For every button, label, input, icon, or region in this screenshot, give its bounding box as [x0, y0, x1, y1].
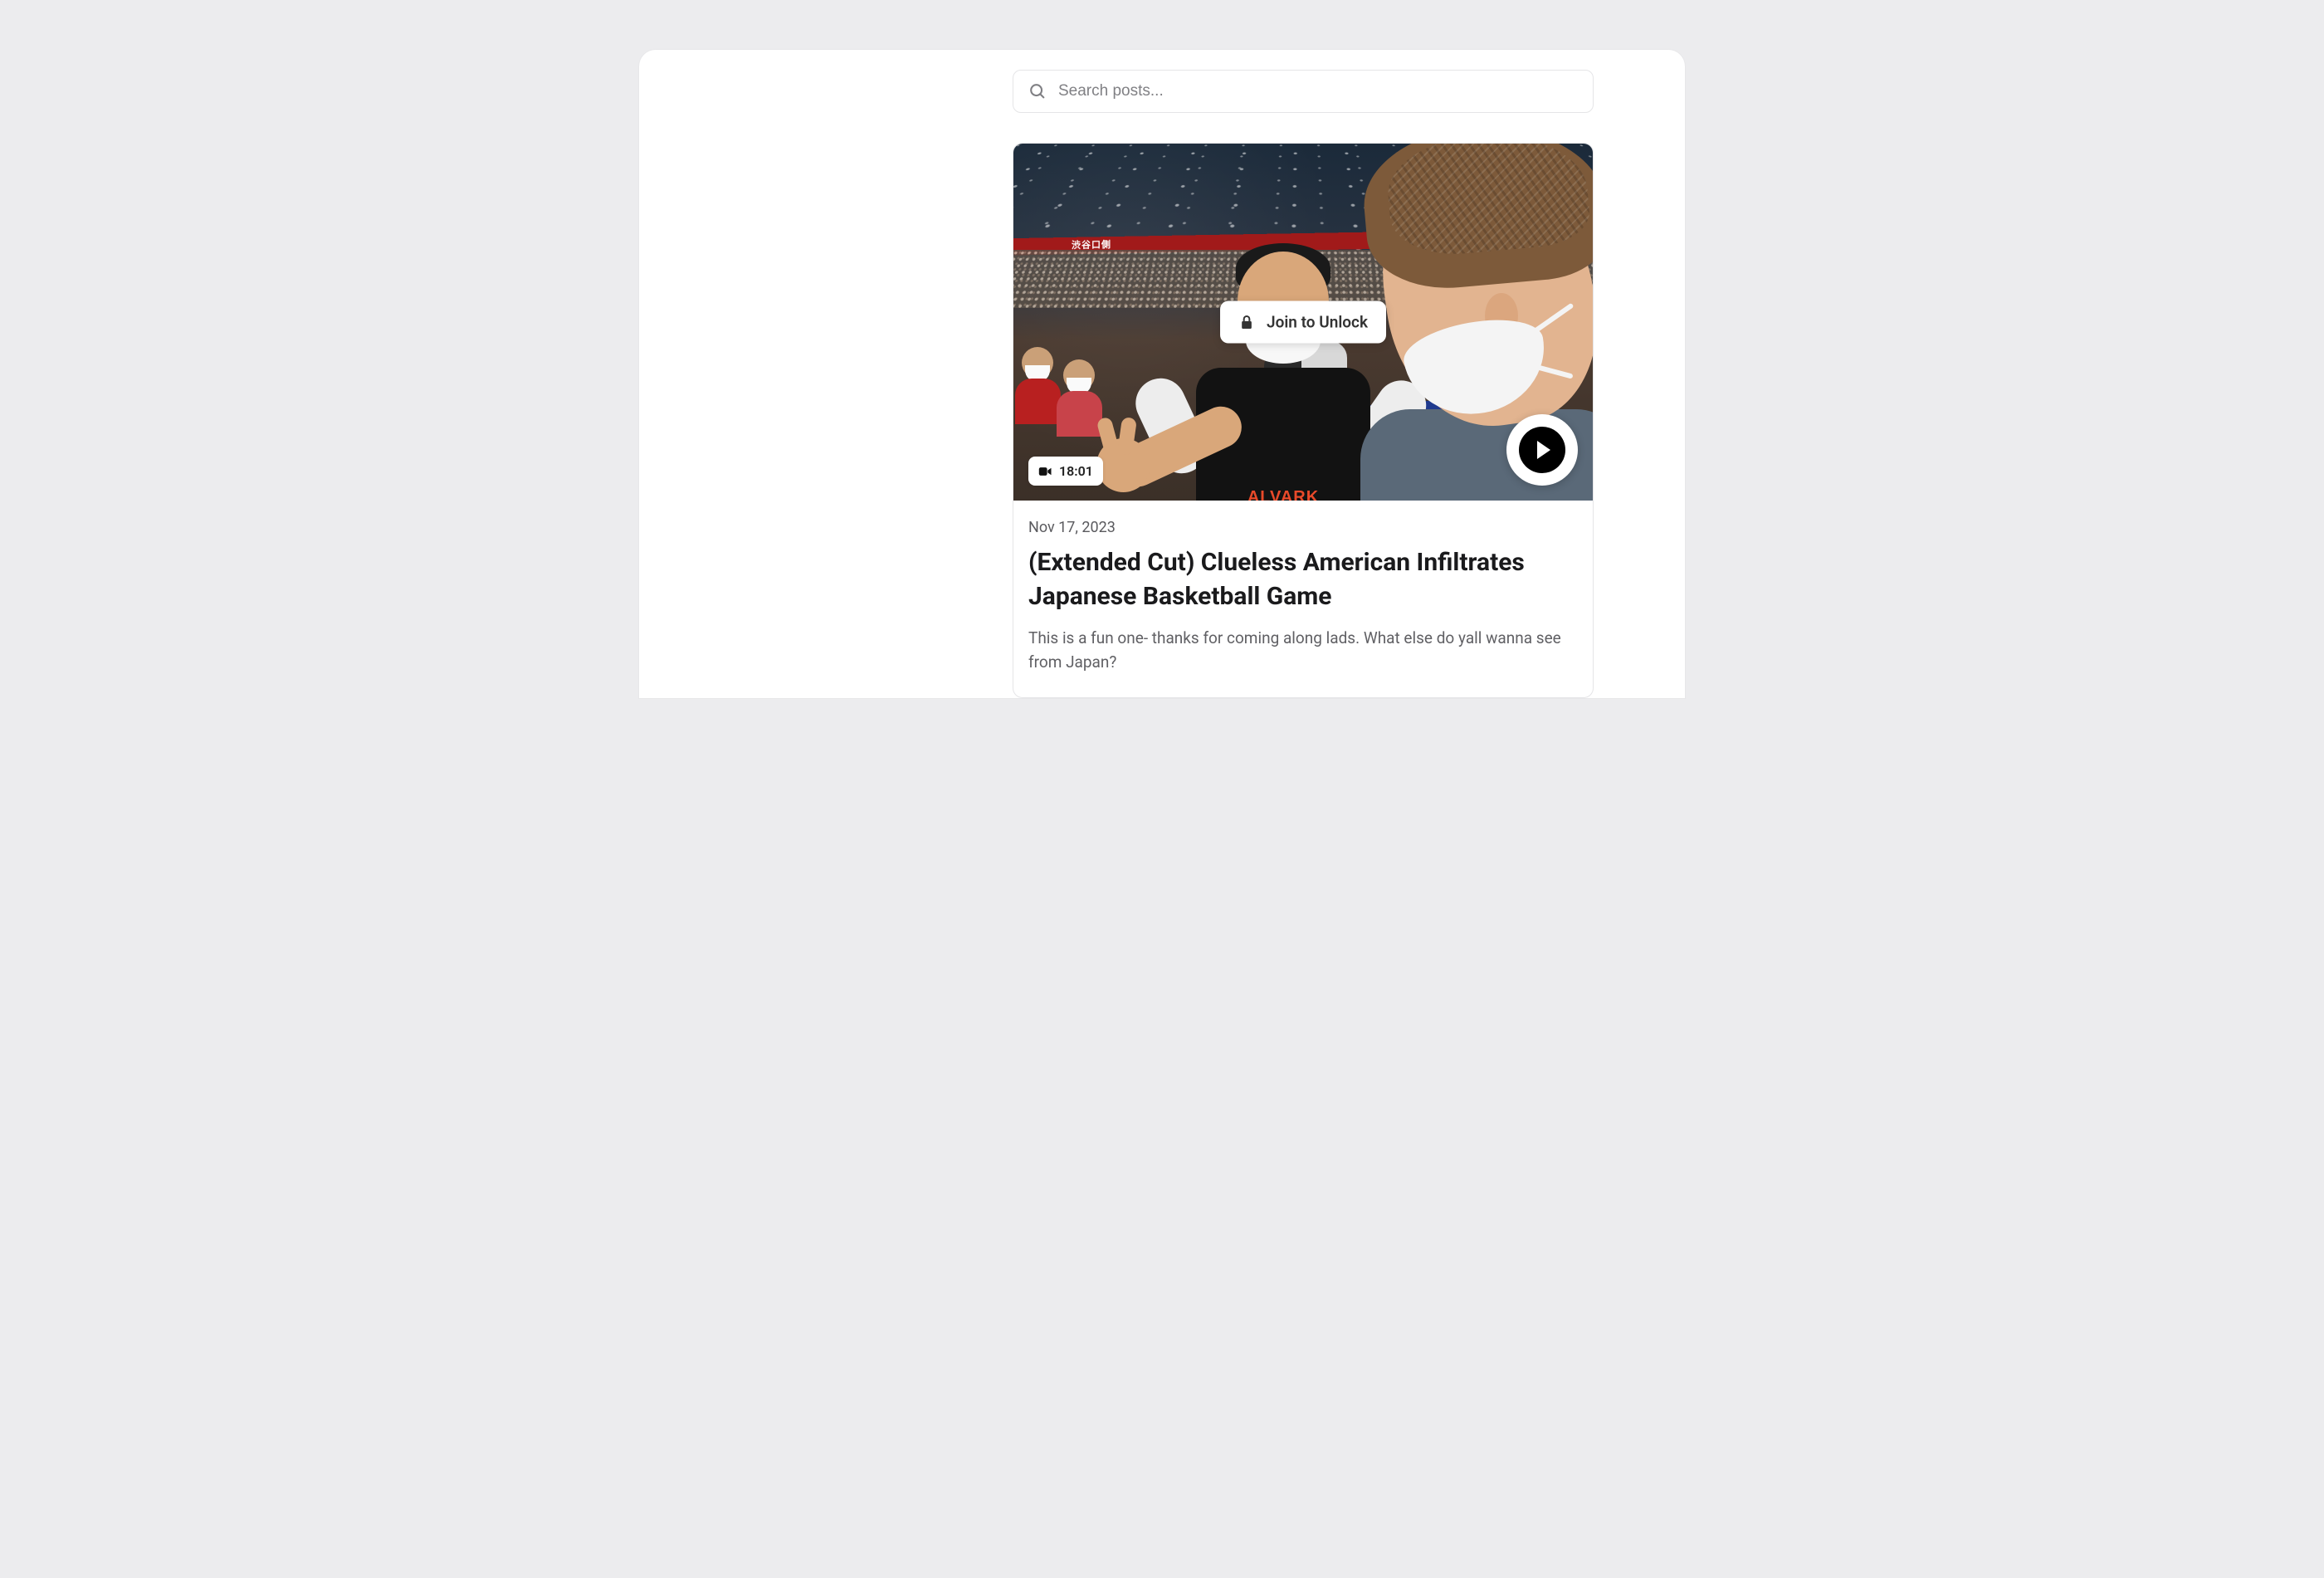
fan-with-jersey: ALVARK TOKYO TOYOTA 77 — [1146, 235, 1395, 501]
unlock-label: Join to Unlock — [1267, 313, 1368, 332]
post-date: Nov 17, 2023 — [1028, 519, 1578, 536]
post-title[interactable]: (Extended Cut) Clueless American Infiltr… — [1028, 546, 1578, 613]
post-description: This is a fun one- thanks for coming alo… — [1028, 627, 1578, 674]
join-to-unlock-button[interactable]: Join to Unlock — [1220, 301, 1386, 344]
play-icon — [1519, 427, 1565, 473]
post-thumbnail: 渋谷口側 TOYOTA ALVARK — [1013, 144, 1593, 501]
post-body: Nov 17, 2023 (Extended Cut) Clueless Ame… — [1013, 501, 1593, 697]
search-input[interactable] — [1058, 82, 1578, 100]
search-field[interactable] — [1013, 70, 1594, 113]
page-card: 渋谷口側 TOYOTA ALVARK — [639, 50, 1685, 698]
jersey-team: ALVARK — [1196, 488, 1370, 501]
video-icon — [1038, 466, 1052, 477]
lock-icon — [1238, 314, 1255, 330]
video-duration: 18:01 — [1059, 463, 1093, 479]
video-duration-badge: 18:01 — [1028, 457, 1103, 486]
post-card[interactable]: 渋谷口側 TOYOTA ALVARK — [1013, 143, 1594, 698]
play-button[interactable] — [1506, 414, 1578, 486]
search-icon — [1028, 82, 1047, 100]
content-column: 渋谷口側 TOYOTA ALVARK — [1013, 70, 1594, 698]
